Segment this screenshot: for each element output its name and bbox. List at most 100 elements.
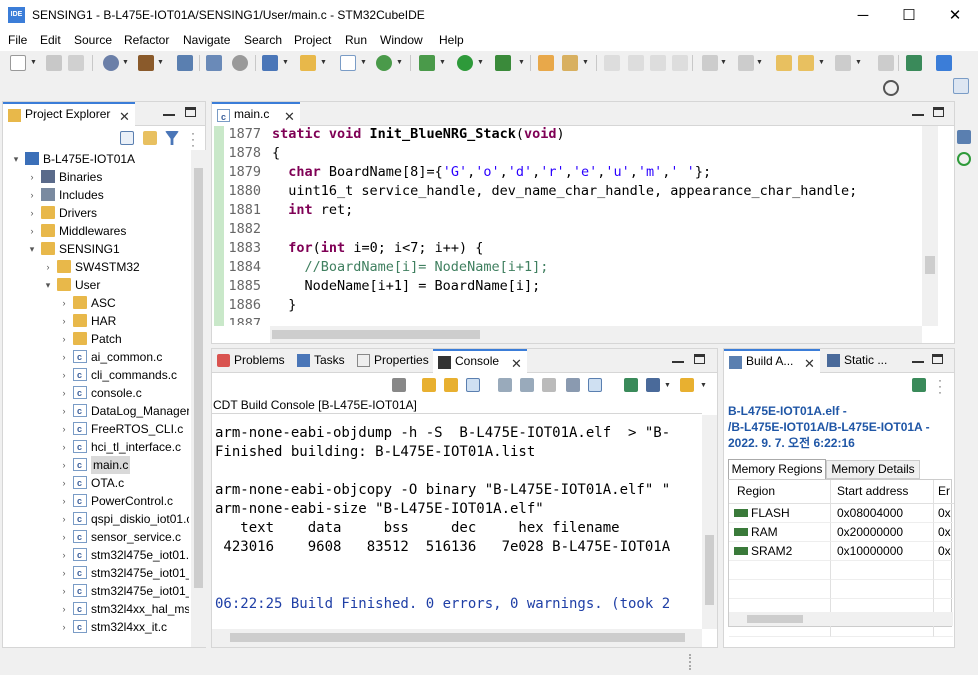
tab-properties[interactable]: Properties: [352, 349, 432, 373]
dropdown-arrow-icon[interactable]: ▼: [360, 59, 367, 66]
minimize-view-icon[interactable]: [912, 114, 924, 116]
tab-build-analyzer[interactable]: Build A... ✕: [724, 349, 820, 373]
console-hscroll-thumb[interactable]: [230, 633, 685, 642]
console-vertical-scrollbar[interactable]: [702, 415, 717, 629]
collapsed-chevron-icon[interactable]: ›: [59, 348, 69, 366]
collapsed-chevron-icon[interactable]: ›: [59, 384, 69, 402]
menu-project[interactable]: Project: [294, 33, 331, 47]
back-arrow-icon[interactable]: [798, 55, 814, 71]
console-vscroll-thumb[interactable]: [705, 535, 714, 605]
code-line[interactable]: 1884 //BoardName[i]= NodeName[i+1];: [0, 258, 935, 277]
toggle-highlight-icon[interactable]: [628, 55, 644, 71]
close-icon[interactable]: ✕: [804, 353, 815, 374]
code-line[interactable]: 1886 }: [0, 296, 935, 315]
word-wrap-icon[interactable]: [520, 378, 534, 392]
clear-console-icon[interactable]: [542, 378, 556, 392]
code-line[interactable]: 1882: [0, 220, 935, 239]
tab-static-stack-analyzer[interactable]: Static ...: [822, 349, 902, 373]
next-error-icon[interactable]: [422, 378, 436, 392]
tree-item[interactable]: › cli_commands.c: [3, 366, 189, 384]
subtab-memory-details[interactable]: Memory Details: [826, 460, 920, 479]
menu-help[interactable]: Help: [439, 33, 464, 47]
run-play-icon[interactable]: [457, 55, 473, 71]
maximize-view-icon[interactable]: [933, 107, 944, 117]
run-external-icon[interactable]: [495, 55, 511, 71]
search-icon[interactable]: [883, 80, 899, 96]
tree-item[interactable]: › DataLog_Manager.: [3, 402, 190, 420]
menu-refactor[interactable]: Refactor: [124, 33, 169, 47]
tree-item[interactable]: › ai_common.c: [3, 348, 189, 366]
copy-build-log-icon[interactable]: [498, 378, 512, 392]
tab-problems[interactable]: Problems: [212, 349, 290, 373]
tab-project-explorer[interactable]: Project Explorer ✕: [3, 102, 135, 126]
dropdown-arrow-icon[interactable]: ▼: [157, 59, 164, 66]
open-type-icon[interactable]: [538, 55, 554, 71]
column-header-end[interactable]: Er: [934, 480, 954, 504]
console-horizontal-scrollbar[interactable]: [212, 629, 702, 647]
editor-horizontal-scrollbar[interactable]: [270, 326, 922, 343]
tab-tasks[interactable]: Tasks: [292, 349, 352, 373]
build-targets-icon[interactable]: [957, 152, 971, 166]
code-line[interactable]: 1880 uint16_t service_handle, dev_name_c…: [0, 182, 935, 201]
table-hscroll-thumb[interactable]: [747, 615, 803, 623]
view-menu-icon[interactable]: · · ·: [938, 374, 942, 398]
dropdown-arrow-icon[interactable]: ▼: [582, 59, 589, 66]
table-row[interactable]: SRAM2: [729, 542, 831, 561]
outline-icon[interactable]: [957, 130, 971, 144]
open-analyzer-icon[interactable]: [912, 378, 926, 392]
menu-window[interactable]: Window: [380, 33, 423, 47]
open-resource-icon[interactable]: [562, 55, 578, 71]
new-icon[interactable]: [10, 55, 26, 71]
code-line[interactable]: 1879 char BoardName[8]={'G','o','d','r',…: [0, 163, 935, 182]
close-window-button[interactable]: ✕: [932, 0, 978, 31]
tab-console[interactable]: Console ✕: [433, 349, 527, 373]
scroll-lock-icon[interactable]: [466, 378, 480, 392]
toggle-mark-icon[interactable]: [604, 55, 620, 71]
code-line[interactable]: 1878 {: [0, 144, 935, 163]
toggle-block-icon[interactable]: [650, 55, 666, 71]
remove-console-icon[interactable]: [566, 378, 580, 392]
pin-editor-icon[interactable]: [878, 55, 894, 71]
dropdown-arrow-icon[interactable]: ▼: [320, 59, 327, 66]
subtab-memory-regions[interactable]: Memory Regions: [728, 459, 826, 479]
menu-run[interactable]: Run: [345, 33, 367, 47]
column-header-region[interactable]: Region: [729, 480, 831, 504]
dropdown-arrow-icon[interactable]: ▼: [720, 59, 727, 66]
code-line[interactable]: 1885 NodeName[i+1] = BoardName[i];: [0, 277, 935, 296]
close-icon[interactable]: ✕: [511, 353, 522, 374]
binary-010-icon[interactable]: [177, 55, 193, 71]
display-console-icon[interactable]: [646, 378, 660, 392]
menu-file[interactable]: File: [8, 33, 27, 47]
minimize-view-icon[interactable]: [672, 361, 684, 363]
code-line[interactable]: 1887: [0, 315, 935, 325]
information-icon[interactable]: [936, 55, 952, 71]
code-line[interactable]: 1877 static void Init_BlueNRG_Stack(void): [0, 125, 935, 144]
collapsed-chevron-icon[interactable]: ›: [59, 366, 69, 384]
dropdown-arrow-icon[interactable]: ▼: [700, 382, 707, 389]
new-class-icon[interactable]: [376, 55, 392, 71]
debug-config-icon[interactable]: [206, 55, 222, 71]
close-icon[interactable]: ✕: [119, 106, 130, 127]
dropdown-arrow-icon[interactable]: ▼: [396, 59, 403, 66]
menu-source[interactable]: Source: [74, 33, 112, 47]
tree-item[interactable]: › Patch: [3, 330, 189, 348]
dropdown-arrow-icon[interactable]: ▼: [30, 59, 37, 66]
dropdown-arrow-icon[interactable]: ▼: [664, 382, 671, 389]
table-row[interactable]: RAM: [729, 523, 831, 542]
menu-search[interactable]: Search: [244, 33, 282, 47]
tab-main-c[interactable]: main.c ✕: [212, 102, 300, 128]
dropdown-arrow-icon[interactable]: ▼: [756, 59, 763, 66]
dropdown-arrow-icon[interactable]: ▼: [518, 59, 525, 66]
forward-arrow-icon[interactable]: [835, 55, 851, 71]
collapsed-chevron-icon[interactable]: ›: [59, 402, 69, 420]
code-area[interactable]: 1877 static void Init_BlueNRG_Stack(void)…: [0, 125, 935, 325]
settings-gear-icon[interactable]: [103, 55, 119, 71]
code-line[interactable]: 1881 int ret;: [0, 201, 935, 220]
open-console-icon[interactable]: [624, 378, 638, 392]
new-folder-icon[interactable]: [300, 55, 316, 71]
cpp-perspective-icon[interactable]: [953, 78, 969, 94]
dropdown-arrow-icon[interactable]: ▼: [122, 59, 129, 66]
close-icon[interactable]: ✕: [284, 106, 295, 127]
dropdown-arrow-icon[interactable]: ▼: [855, 59, 862, 66]
device-config-icon[interactable]: [262, 55, 278, 71]
